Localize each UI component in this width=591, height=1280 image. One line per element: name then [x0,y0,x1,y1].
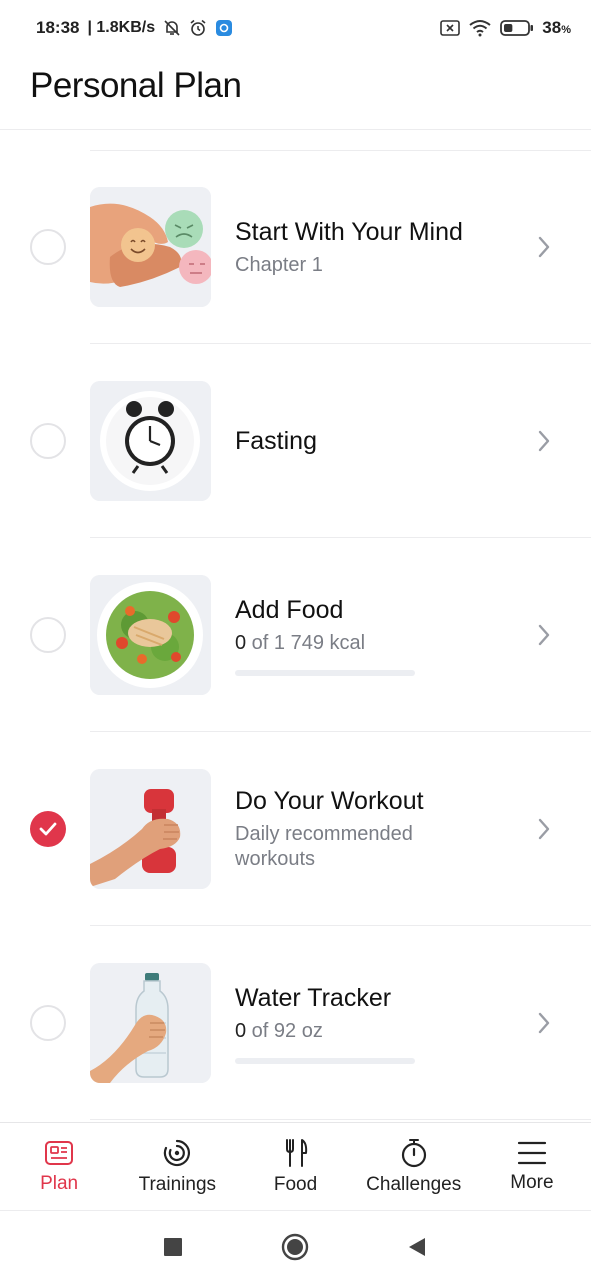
back-button[interactable] [403,1233,431,1261]
plan-item-title: Start With Your Mind [235,217,463,246]
home-circle-icon [281,1233,309,1261]
mind-emotions-image [90,187,211,307]
plan-item-title: Fasting [235,427,317,455]
nav-label: Trainings [138,1173,217,1195]
alarm-icon [189,19,207,37]
water-progress-bar [235,1057,415,1064]
app-header: Personal Plan [0,56,591,130]
completion-checkbox[interactable] [30,1005,66,1041]
status-right: 38% [440,18,571,38]
plan-item-subtitle: 0 of 1 749 kcal [235,631,366,654]
calorie-progress-bar [235,669,415,676]
completion-checkbox[interactable] [30,229,66,265]
bottom-nav: Plan Trainings Food Challenges More [0,1122,591,1210]
sim-off-icon [440,20,461,36]
water-bottle-hand-image [90,963,211,1083]
chevron-right-icon [533,1011,555,1035]
nav-tab-challenges[interactable]: Challenges [355,1123,473,1210]
divider [90,1119,591,1120]
nav-tab-trainings[interactable]: Trainings [118,1123,236,1210]
status-bar: 18:38 | 1.8KB/s 38% [0,0,591,56]
nav-label: Food [273,1173,318,1195]
nav-label: Plan [40,1172,79,1194]
dumbbell-hand-image [90,769,211,889]
plan-item-add-food[interactable]: Add Food 0 of 1 749 kcal [0,538,591,732]
nav-label: Challenges [366,1173,462,1195]
plan-item-title: Do Your Workout [235,787,424,815]
recents-button[interactable] [159,1233,187,1261]
wifi-icon [468,19,492,37]
chevron-right-icon [533,235,555,259]
chevron-right-icon [533,817,555,841]
page-title: Personal Plan [30,66,242,105]
stopwatch-icon [401,1138,426,1167]
completion-checkbox[interactable] [30,423,66,459]
plan-item-start-with-your-mind[interactable]: Start With Your Mind Chapter 1 [0,150,591,344]
alarm-clock-plate-image [90,381,211,501]
system-nav-bar [0,1210,591,1280]
completion-checkbox-checked[interactable] [30,811,66,847]
checkmark-icon [39,822,57,836]
plan-item-text: Fasting [235,344,515,538]
plan-item-subtitle: Daily recommended workouts [235,823,413,870]
status-speed: | 1.8KB/s [87,19,156,36]
plan-list[interactable]: Start With Your Mind Chapter 1 Fasting A… [0,130,591,1122]
status-time: 18:38 [36,18,80,37]
bell-muted-icon [163,19,181,37]
menu-icon [517,1141,547,1164]
nav-tab-plan[interactable]: Plan [0,1123,118,1210]
plan-item-subtitle: 0 of 92 oz [235,1019,323,1042]
battery-icon [500,19,534,37]
chevron-right-icon [533,623,555,647]
plan-item-text: Water Tracker 0 of 92 oz [235,926,515,1120]
home-button[interactable] [281,1233,309,1261]
trainings-icon [164,1139,191,1166]
square-icon [164,1238,182,1256]
plan-item-text: Do Your Workout Daily recommended workout… [235,732,515,926]
plan-item-fasting[interactable]: Fasting [0,344,591,538]
nav-label: More [510,1171,554,1193]
back-triangle-icon [409,1238,425,1256]
nav-tab-more[interactable]: More [473,1123,591,1210]
nav-tab-food[interactable]: Food [236,1123,354,1210]
fork-knife-icon [285,1138,307,1167]
status-left: 18:38 | 1.8KB/s [36,18,233,38]
plan-item-do-your-workout[interactable]: Do Your Workout Daily recommended workout… [0,732,591,926]
plan-item-title: Water Tracker [235,983,392,1012]
salad-plate-image [90,575,211,695]
plan-item-text: Add Food 0 of 1 749 kcal [235,538,515,732]
completion-checkbox[interactable] [30,617,66,653]
chevron-right-icon [533,429,555,453]
plan-icon [45,1140,74,1165]
battery-percent: 38% [542,18,571,37]
plan-item-title: Add Food [235,595,344,624]
app-notification-icon [215,19,233,37]
plan-item-water-tracker[interactable]: Water Tracker 0 of 92 oz [0,926,591,1120]
plan-item-text: Start With Your Mind Chapter 1 [235,150,515,344]
plan-item-subtitle: Chapter 1 [235,253,323,276]
